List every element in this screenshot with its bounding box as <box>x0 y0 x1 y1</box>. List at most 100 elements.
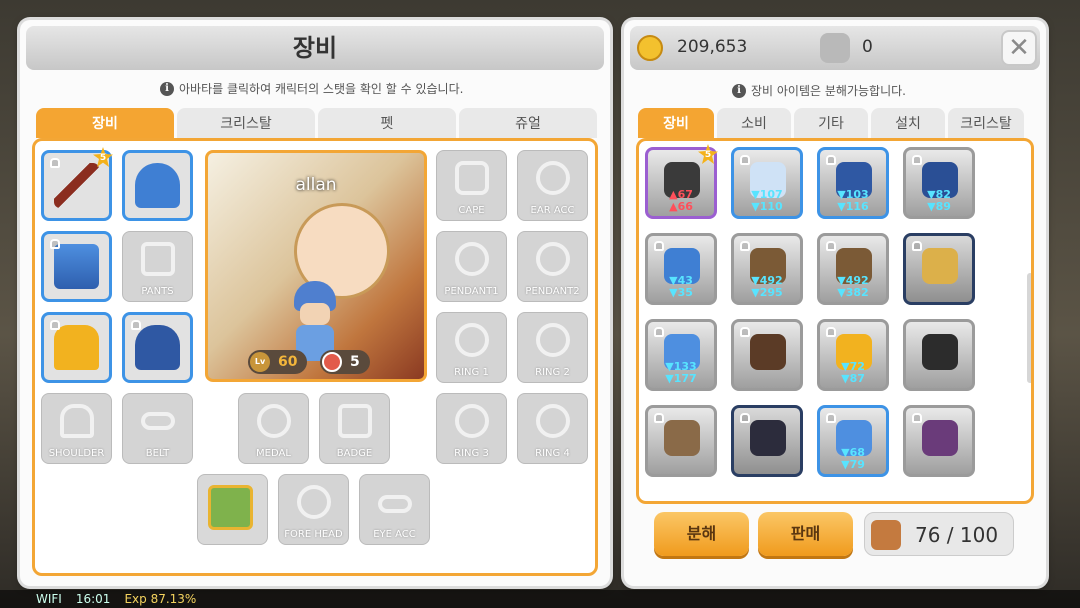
wizard-hat-icon <box>135 163 180 208</box>
inventory-item[interactable]: 5 ▲67 ▲66 <box>645 144 718 219</box>
tab-crystal[interactable]: 크리스탈 <box>177 108 315 138</box>
staff-icon <box>54 163 99 208</box>
inventory-item[interactable]: ▼492 ▼295 <box>731 233 803 305</box>
inventory-item[interactable]: ▼133 ▼177 <box>645 319 717 391</box>
inventory-scrollbar[interactable] <box>1027 273 1031 383</box>
lock-icon <box>131 320 141 330</box>
inventory-item[interactable] <box>903 319 975 391</box>
item-stat-compare: ▼492 ▼295 <box>751 274 783 299</box>
inventory-item[interactable]: ▼68 ▼79 <box>817 405 889 477</box>
star-amount: 0 <box>862 37 873 57</box>
ring2-label: RING 2 <box>535 367 570 378</box>
belt-icon <box>141 412 175 430</box>
star-count: 5 <box>350 354 360 370</box>
lock-icon <box>740 241 750 251</box>
inventory-item[interactable] <box>645 405 717 477</box>
tab-inventory-etc[interactable]: 기타 <box>794 108 868 138</box>
meso-coin-icon <box>637 35 663 61</box>
eye-acc-slot[interactable]: EYE ACC <box>359 474 430 545</box>
lock-icon <box>826 413 836 423</box>
star-force-icon <box>322 352 342 372</box>
item-stat-compare: ▼43 ▼35 <box>669 274 693 299</box>
tab-inventory-setup[interactable]: 설치 <box>871 108 945 138</box>
ring4-slot[interactable]: RING 4 <box>517 393 588 464</box>
ear-acc-slot[interactable]: EAR ACC <box>517 150 588 221</box>
lock-icon <box>740 327 750 337</box>
equipment-grid: 5 PANTS allan Lv 60 5 CAPE EAR ACC PENDA… <box>32 138 598 576</box>
item-stat-compare: ▼492 ▼382 <box>837 274 869 299</box>
info-icon: i <box>160 81 174 96</box>
level-badge: Lv 60 <box>248 350 308 374</box>
item-stat-compare: ▼68 ▼79 <box>841 446 865 471</box>
tab-inventory-use[interactable]: 소비 <box>717 108 791 138</box>
fore-head-slot[interactable]: FORE HEAD <box>278 474 349 545</box>
inventory-item[interactable]: ▼107 ▼110 <box>731 147 803 219</box>
inventory-item[interactable]: ▼72 ▼87 <box>817 319 889 391</box>
star-badge: 5 <box>320 350 370 374</box>
inventory-item[interactable] <box>903 405 975 477</box>
overall-slot[interactable] <box>41 231 112 302</box>
ring2-slot[interactable]: RING 2 <box>517 312 588 383</box>
shoulder-slot[interactable]: SHOULDER <box>41 393 112 464</box>
lock-icon <box>654 241 664 251</box>
glove-icon <box>54 325 99 370</box>
equipment-window: 장비 i 아바타를 클릭하여 캐릭터의 스탯을 확인 할 수 있습니다. 장비 … <box>20 20 610 586</box>
belt-slot[interactable]: BELT <box>122 393 193 464</box>
ring-icon <box>536 404 570 438</box>
inventory-item[interactable]: ▼492 ▼382 <box>817 233 889 305</box>
pendant2-slot[interactable]: PENDANT2 <box>517 231 588 302</box>
inventory-item[interactable]: ▼82 ▼89 <box>903 147 975 219</box>
equipment-title: 장비 <box>26 26 604 70</box>
pendant1-label: PENDANT1 <box>444 286 499 297</box>
info-icon: i <box>732 83 746 98</box>
inventory-item[interactable] <box>731 319 803 391</box>
lock-icon <box>50 158 60 168</box>
ear-acc-label: EAR ACC <box>530 205 575 216</box>
clock: 16:01 <box>75 592 111 606</box>
close-button[interactable]: ✕ <box>1001 30 1037 66</box>
pants-slot[interactable]: PANTS <box>122 231 193 302</box>
lock-icon <box>740 413 750 423</box>
item-stat-compare: ▼107 ▼110 <box>751 188 783 213</box>
ring3-slot[interactable]: RING 3 <box>436 393 507 464</box>
inventory-item[interactable]: ▼103 ▼116 <box>817 147 889 219</box>
level-icon: Lv <box>250 352 270 372</box>
tab-inventory-crystal[interactable]: 크리스탈 <box>948 108 1024 138</box>
hat-slot[interactable] <box>122 150 193 221</box>
sell-button[interactable]: 판매 <box>758 512 853 556</box>
weapon-slot[interactable]: 5 <box>41 147 113 221</box>
badge-icon <box>338 404 372 438</box>
cape-label: CAPE <box>458 205 485 216</box>
badge-slot[interactable]: BADGE <box>319 393 390 464</box>
character-avatar[interactable]: allan Lv 60 5 <box>205 150 427 382</box>
item-stat-compare: ▼103 ▼116 <box>837 188 869 213</box>
ring4-label: RING 4 <box>535 448 570 459</box>
item-stat-compare: ▼72 ▼87 <box>841 360 865 385</box>
inventory-item[interactable] <box>903 233 975 305</box>
status-bar: WIFI 16:01 Exp 87.13% <box>0 590 1080 608</box>
fore-head-label: FORE HEAD <box>284 529 343 540</box>
cape-slot[interactable]: CAPE <box>436 150 507 221</box>
inventory-item[interactable]: ▼43 ▼35 <box>645 233 717 305</box>
badge-label: BADGE <box>336 448 373 459</box>
shoulder-icon <box>60 404 94 438</box>
face-slot[interactable] <box>197 474 268 545</box>
medal-slot[interactable]: MEDAL <box>238 393 309 464</box>
pendant-icon <box>455 242 489 276</box>
shoe-slot[interactable] <box>122 312 193 383</box>
inventory-item[interactable] <box>731 405 803 477</box>
tab-pet[interactable]: 펫 <box>318 108 456 138</box>
pants-icon <box>141 242 175 276</box>
shoulder-label: SHOULDER <box>48 448 105 459</box>
pendant1-slot[interactable]: PENDANT1 <box>436 231 507 302</box>
tab-equipment[interactable]: 장비 <box>36 108 174 138</box>
lock-icon <box>912 241 922 251</box>
lock-icon <box>50 320 60 330</box>
glove-slot[interactable] <box>41 312 112 383</box>
inventory-hint-text: 장비 아이템은 분해가능합니다. <box>751 84 906 98</box>
ring1-slot[interactable]: RING 1 <box>436 312 507 383</box>
inventory-tabs: 장비 소비 기타 설치 크리스탈 <box>638 108 1024 138</box>
tab-jewel[interactable]: 쥬얼 <box>459 108 597 138</box>
disassemble-button[interactable]: 분해 <box>654 512 749 556</box>
tab-inventory-equip[interactable]: 장비 <box>638 108 714 138</box>
